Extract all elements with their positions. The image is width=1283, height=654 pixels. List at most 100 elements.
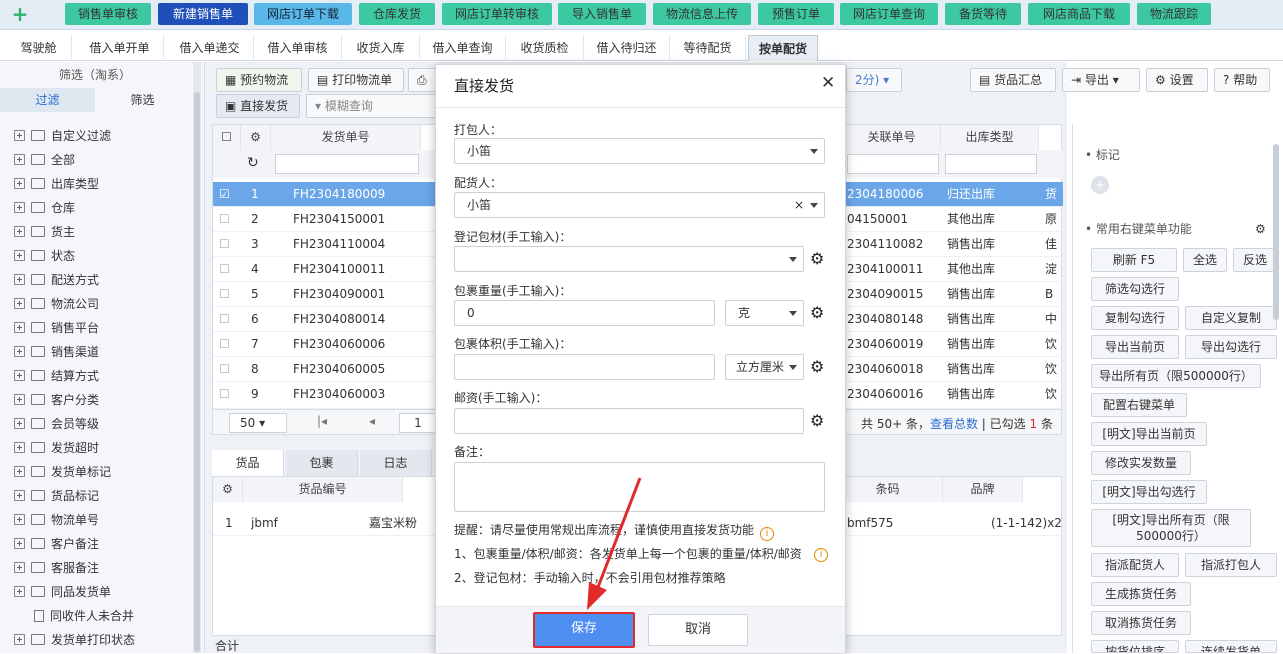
toolbar-goods-download[interactable]: 网店商品下载 — [1028, 3, 1130, 25]
fuzzy-query-dropdown[interactable]: ▾ 模糊查询 — [306, 94, 436, 118]
export-checked-button[interactable]: 导出勾选行 — [1185, 335, 1277, 359]
gear-icon[interactable]: ⚙ — [810, 359, 826, 375]
tree-item[interactable]: 状态 — [14, 244, 75, 268]
export-button[interactable]: ⇥ 导出 ▾ — [1062, 68, 1140, 92]
export-page-button[interactable]: 导出当前页 — [1091, 335, 1179, 359]
row-check-icon[interactable]: ☐ — [219, 282, 230, 307]
tree-item[interactable]: 发货单打印状态 — [14, 628, 135, 652]
tab-package[interactable]: 包裹 — [286, 450, 358, 476]
tree-item[interactable]: 客户备注 — [14, 532, 99, 556]
continuous-ship-button[interactable]: 连续发货单 — [1185, 640, 1277, 653]
expand-icon[interactable] — [14, 370, 25, 381]
tab-goods[interactable]: 货品 — [212, 450, 284, 476]
export-all-button[interactable]: 导出所有页（限500000行） — [1091, 364, 1261, 388]
custom-copy-button[interactable]: 自定义复制 — [1185, 306, 1277, 330]
tree-item[interactable]: 物流单号 — [14, 508, 99, 532]
tree-item[interactable]: 同品发货单 — [14, 580, 111, 604]
tab-receive-in[interactable]: 收货入库 — [342, 35, 420, 61]
settings-button[interactable]: ⚙ 设置 — [1146, 68, 1208, 92]
add-tag-icon[interactable]: + — [1091, 176, 1109, 194]
row-check-icon[interactable]: ☐ — [219, 257, 230, 282]
toolbar-order-query[interactable]: 网店订单查询 — [840, 3, 938, 25]
expand-icon[interactable] — [14, 346, 25, 357]
row-check-icon[interactable]: ☐ — [219, 357, 230, 382]
row-check-icon[interactable]: ☐ — [219, 207, 230, 232]
row-check-icon[interactable]: ☐ — [219, 232, 230, 257]
clear-icon[interactable]: × — [794, 193, 804, 217]
tree-item[interactable]: 销售平台 — [14, 316, 99, 340]
expand-icon[interactable] — [14, 130, 25, 141]
goods-summary-button[interactable]: ▤ 货品汇总 — [970, 68, 1056, 92]
tree-item[interactable]: 客户分类 — [14, 388, 99, 412]
expand-icon[interactable] — [14, 274, 25, 285]
tab-receive-qc[interactable]: 收货质检 — [506, 35, 584, 61]
ship-code-filter[interactable] — [275, 154, 419, 174]
postage-input[interactable] — [454, 408, 804, 434]
gear-icon[interactable]: ⚙ — [810, 305, 826, 321]
expand-icon[interactable] — [14, 538, 25, 549]
volume-input[interactable] — [454, 354, 715, 380]
reserve-logistics-button[interactable]: ▦ 预约物流 — [216, 68, 302, 92]
print-icon[interactable]: ⎙ — [408, 68, 436, 92]
row-check-icon[interactable]: ☐ — [219, 307, 230, 332]
gear-icon[interactable]: ⚙ — [241, 125, 271, 150]
print-logistics-button[interactable]: ▤ 打印物流单 — [308, 68, 404, 92]
tab-borrow-open[interactable]: 借入单开单 — [76, 35, 164, 61]
expand-icon[interactable] — [14, 586, 25, 597]
tree-item[interactable]: 全部 — [14, 148, 75, 172]
rel-code-filter[interactable] — [847, 154, 939, 174]
tree-item[interactable]: 销售渠道 — [14, 340, 99, 364]
expand-icon[interactable] — [14, 202, 25, 213]
cancel-button[interactable]: 取消 — [648, 614, 748, 646]
expand-icon[interactable] — [14, 418, 25, 429]
toolbar-sales-review[interactable]: 销售单审核 — [65, 3, 151, 25]
tab-cockpit[interactable]: 驾驶舱 — [6, 35, 72, 61]
plain-export-checked-button[interactable]: [明文]导出勾选行 — [1091, 480, 1207, 504]
invert-button[interactable]: 反选 — [1233, 248, 1277, 272]
cancel-pick-task-button[interactable]: 取消拣货任务 — [1091, 611, 1191, 635]
gear-icon[interactable]: ⚙ — [810, 251, 826, 267]
gear-icon[interactable]: ⚙ — [1255, 222, 1266, 236]
tab-borrow-return[interactable]: 借入待归还 — [584, 35, 670, 61]
tab-order-pick[interactable]: 按单配货 — [748, 35, 818, 61]
toolbar-presale[interactable]: 预售订单 — [758, 3, 834, 25]
tree-item[interactable]: 同收件人未合并 — [14, 604, 134, 628]
info-icon[interactable]: i — [760, 527, 775, 541]
weight-unit-select[interactable]: 克 — [725, 300, 804, 326]
refresh-icon[interactable]: ↻ — [247, 155, 259, 171]
packer-select[interactable]: 小笛 — [454, 138, 825, 164]
row-check-icon[interactable]: ☑ — [219, 182, 230, 207]
prev-page-icon[interactable]: ◂ — [369, 414, 375, 428]
sort-location-button[interactable]: 按货位排序 — [1091, 640, 1179, 653]
close-icon[interactable]: ✕ — [821, 73, 835, 93]
copy-checked-button[interactable]: 复制勾选行 — [1091, 306, 1179, 330]
tree-item[interactable]: 出库类型 — [14, 172, 99, 196]
tree-item[interactable]: 发货单标记 — [14, 460, 111, 484]
tab-borrow-submit[interactable]: 借入单递交 — [166, 35, 254, 61]
header-check[interactable]: ☐ — [213, 125, 241, 150]
out-type-filter[interactable] — [945, 154, 1037, 174]
tab-borrow-query[interactable]: 借入单查询 — [420, 35, 506, 61]
tree-item[interactable]: 物流公司 — [14, 292, 99, 316]
page-number-input[interactable]: 1 — [399, 413, 437, 433]
direct-ship-button[interactable]: ▣ 直接发货 — [216, 94, 300, 118]
save-button[interactable]: 保存 — [533, 612, 635, 648]
add-icon[interactable]: + — [10, 3, 30, 25]
row-check-icon[interactable]: ☐ — [219, 382, 230, 407]
tab-log[interactable]: 日志 — [360, 450, 432, 476]
tree-item[interactable]: 货品标记 — [14, 484, 99, 508]
tree-item[interactable]: 会员等级 — [14, 412, 99, 436]
toolbar-warehouse-ship[interactable]: 仓库发货 — [359, 3, 435, 25]
page-size-select[interactable]: 50 ▾ — [229, 413, 287, 433]
tab-filter[interactable]: 过滤 — [0, 88, 95, 112]
info-icon[interactable]: i — [814, 544, 828, 562]
tab-wait-pick[interactable]: 等待配货 — [670, 35, 746, 61]
expand-icon[interactable] — [14, 394, 25, 405]
first-page-icon[interactable]: |◂ — [317, 414, 327, 428]
hidden-filter-button[interactable]: 2分) ▾ — [846, 68, 902, 92]
expand-icon[interactable] — [14, 178, 25, 189]
tree-item[interactable]: 结算方式 — [14, 364, 99, 388]
toolbar-logistics-upload[interactable]: 物流信息上传 — [653, 3, 751, 25]
tree-item[interactable]: 货主 — [14, 220, 75, 244]
expand-icon[interactable] — [14, 514, 25, 525]
